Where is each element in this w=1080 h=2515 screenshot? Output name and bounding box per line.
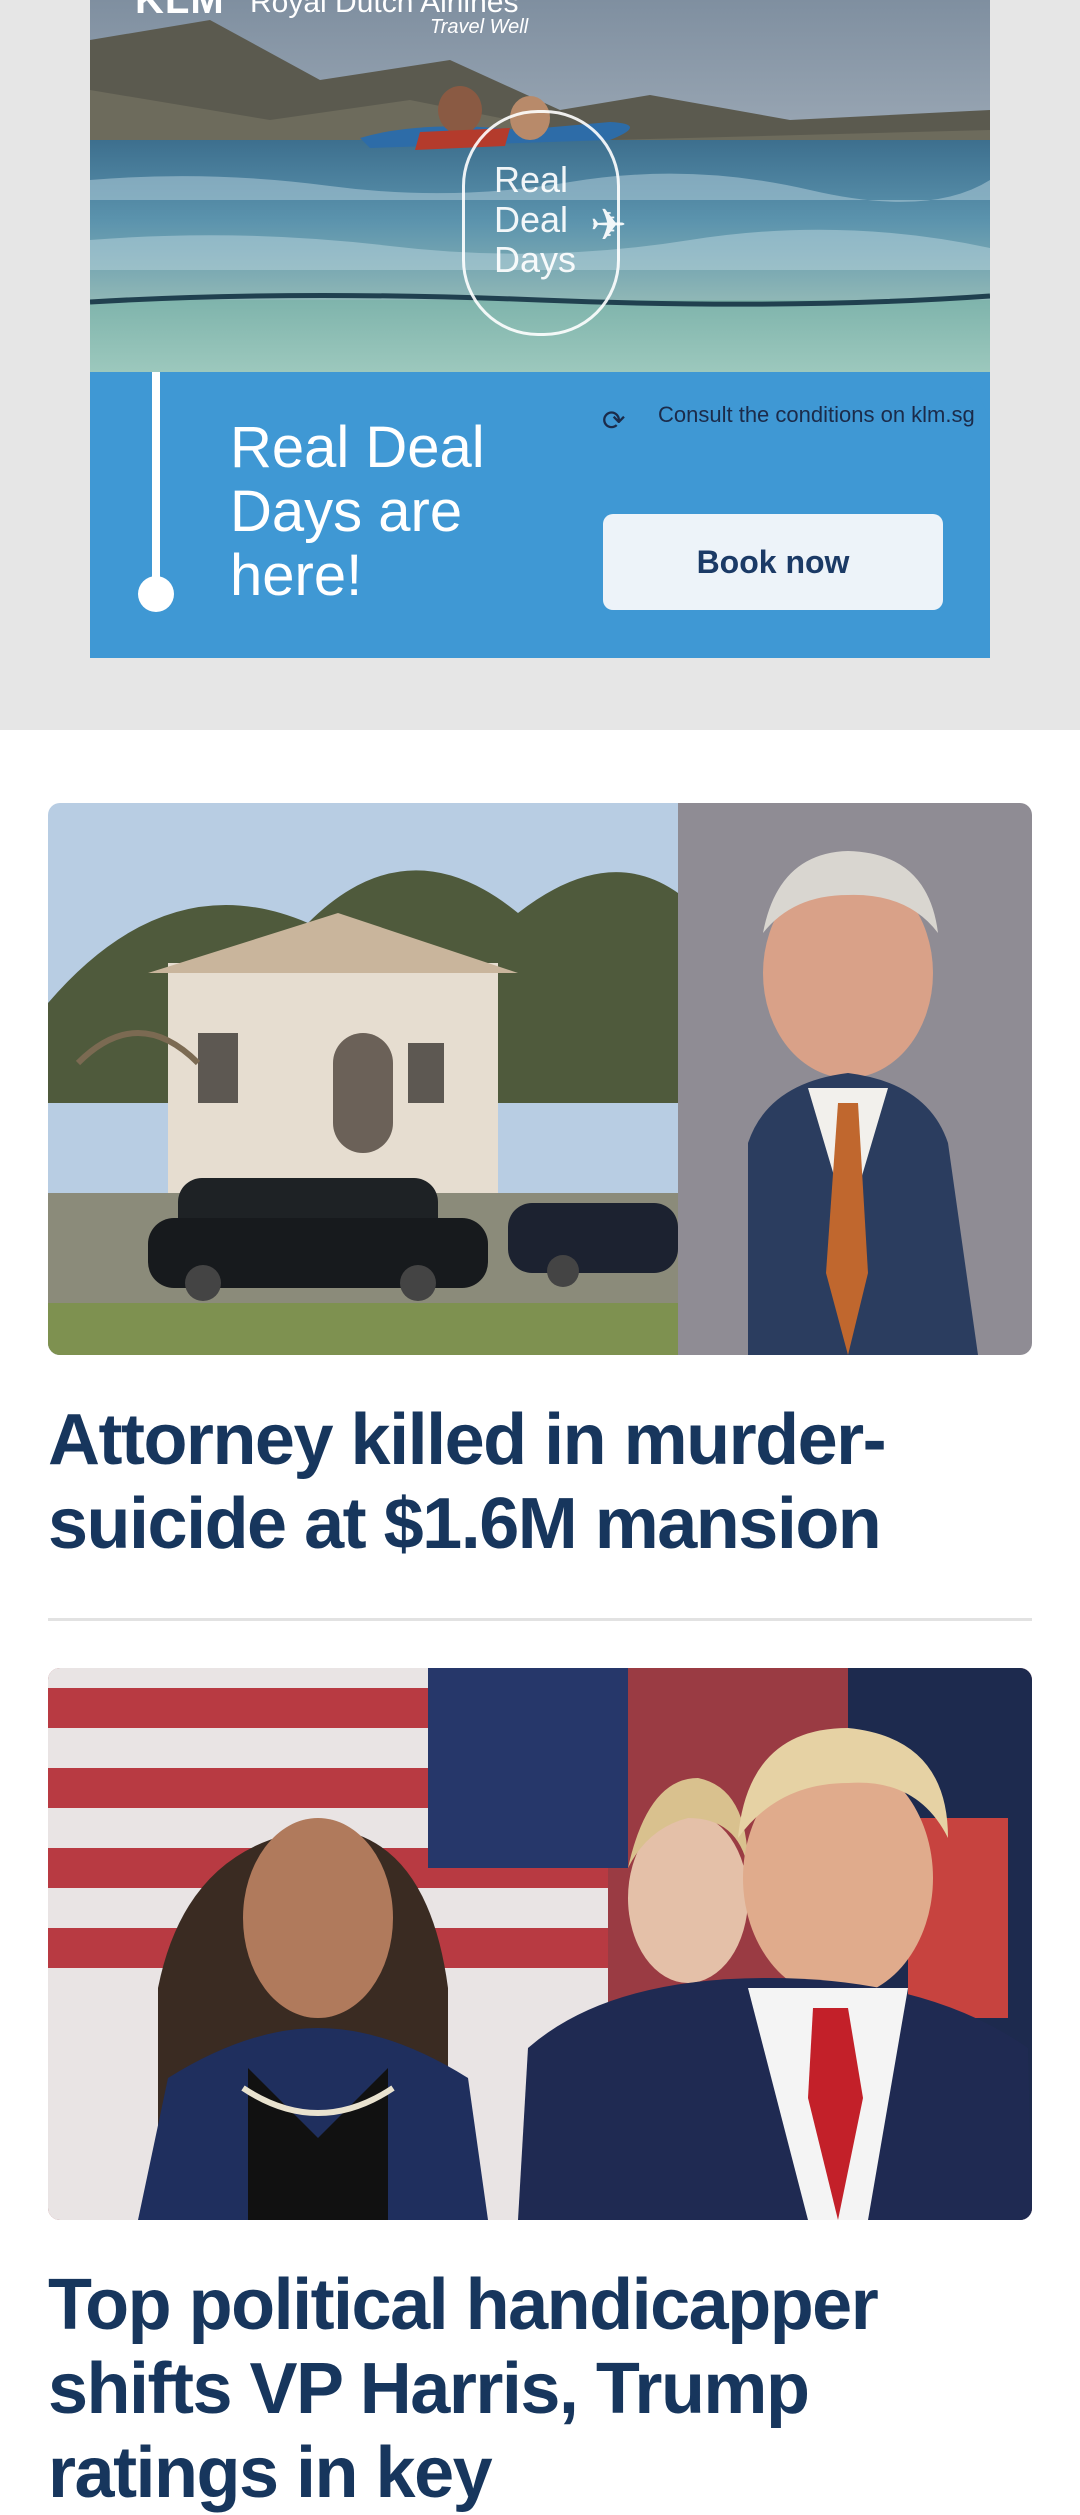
article-headline[interactable]: Top political handicapper shifts VP Harr… (48, 2263, 1032, 2515)
brand-tagline: Travel Well (430, 16, 529, 38)
ad-info-panel: Real Deal Days are here! ⟳ Consult the c… (90, 372, 990, 658)
badge-text: Real Deal Days (494, 160, 576, 280)
badge-line-2: Deal (494, 199, 569, 240)
ad-container: KLM Royal Dutch Airlines Travel Well Rea… (0, 0, 1080, 730)
ad-conditions-text: Consult the conditions on klm.sg (658, 402, 975, 427)
badge-line-1: Real (494, 159, 569, 200)
klm-advertisement[interactable]: KLM Royal Dutch Airlines Travel Well Rea… (90, 0, 990, 658)
article-divider (48, 1618, 1032, 1621)
refresh-icon: ⟳ (602, 405, 626, 436)
ad-beach-photo: KLM Royal Dutch Airlines Travel Well Rea… (90, 0, 990, 372)
article-image-mansion[interactable] (48, 803, 1032, 1355)
article-image-harris-trump[interactable] (48, 1668, 1032, 2220)
klm-logo: KLM (135, 0, 225, 22)
ad-headline: Real Deal Days are here! (230, 415, 485, 608)
badge-line-3: Days (494, 239, 577, 280)
article-headline[interactable]: Attorney killed in murder-suicide at $1.… (48, 1398, 1032, 1566)
airplane-icon: ✈ (590, 201, 627, 250)
decorative-line (152, 372, 160, 597)
book-now-button[interactable]: Book now (603, 514, 943, 610)
decorative-dot (138, 576, 174, 612)
